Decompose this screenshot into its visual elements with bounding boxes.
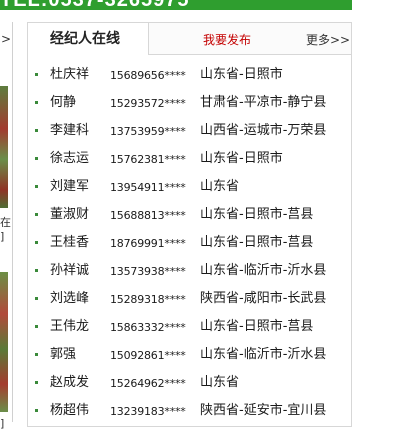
- broker-location: 山东省: [200, 179, 240, 194]
- list-item[interactable]: 赵成发 15264962**** 山东省: [28, 373, 351, 401]
- broker-name[interactable]: 赵成发: [50, 373, 89, 393]
- list-item[interactable]: 徐志运 15762381**** 山东省-日照市: [28, 149, 351, 177]
- bullet-icon: [35, 185, 38, 188]
- scroll-arrow-icon[interactable]: >: [1, 32, 11, 46]
- tab-broker-online[interactable]: 经纪人在线: [28, 23, 149, 55]
- bullet-icon: [35, 381, 38, 384]
- bullet-icon: [35, 73, 38, 76]
- broker-location: 山东省-临沂市-沂水县: [200, 347, 327, 362]
- tab-publish[interactable]: 我要发布: [203, 31, 251, 48]
- contact-banner: TEL:0537-3265975: [0, 0, 352, 10]
- bullet-icon: [35, 157, 38, 160]
- list-item[interactable]: 孙祥诚 13573938**** 山东省-临沂市-沂水县: [28, 261, 351, 289]
- bullet-icon: [35, 101, 38, 104]
- left-text-fragment: ]: [0, 417, 5, 430]
- broker-location: 陕西省-咸阳市-长武县: [200, 291, 327, 306]
- list-item[interactable]: 何静 15293572**** 甘肃省-平凉市-静宁县: [28, 93, 351, 121]
- broker-phone: 13753959****: [110, 125, 186, 138]
- bullet-icon: [35, 129, 38, 132]
- broker-name[interactable]: 刘建军: [50, 177, 89, 197]
- broker-phone: 15863332****: [110, 321, 186, 334]
- broker-phone: 15289318****: [110, 293, 186, 306]
- broker-phone: 15689656****: [110, 69, 186, 82]
- list-item[interactable]: 郭强 15092861**** 山东省-临沂市-沂水县: [28, 345, 351, 373]
- broker-name[interactable]: 杜庆祥: [50, 65, 89, 85]
- broker-name[interactable]: 孙祥诚: [50, 261, 89, 281]
- broker-phone: 18769991****: [110, 237, 186, 250]
- product-image-fragment[interactable]: [0, 272, 8, 412]
- left-text-fragment: 在: [0, 216, 11, 229]
- broker-name[interactable]: 刘选峰: [50, 289, 89, 309]
- broker-name[interactable]: 何静: [50, 93, 76, 113]
- broker-name[interactable]: 王伟龙: [50, 317, 89, 337]
- broker-location: 山东省-日照市-莒县: [200, 319, 314, 334]
- list-item[interactable]: 杨超伟 13239183**** 陕西省-延安市-宜川县: [28, 401, 351, 429]
- broker-name[interactable]: 杨超伟: [50, 401, 89, 421]
- panel-tab-bar: 经纪人在线 我要发布 更多>>: [28, 23, 351, 55]
- broker-location: 山东省-日照市-莒县: [200, 235, 314, 250]
- broker-location: 陕西省-延安市-宜川县: [200, 403, 327, 418]
- product-image-fragment[interactable]: [0, 86, 8, 208]
- list-item[interactable]: 董淑财 15688813**** 山东省-日照市-莒县: [28, 205, 351, 233]
- list-item[interactable]: 王伟龙 15863332**** 山东省-日照市-莒县: [28, 317, 351, 345]
- more-link[interactable]: 更多>>: [306, 31, 350, 48]
- broker-online-panel: 经纪人在线 我要发布 更多>> 杜庆祥 15689656**** 山东省-日照市 何静…: [27, 22, 352, 427]
- list-item[interactable]: 刘选峰 15289318**** 陕西省-咸阳市-长武县: [28, 289, 351, 317]
- bullet-icon: [35, 297, 38, 300]
- broker-phone: 13573938****: [110, 265, 186, 278]
- broker-location: 山东省-日照市-莒县: [200, 207, 314, 222]
- broker-name[interactable]: 王桂香: [50, 233, 89, 253]
- bullet-icon: [35, 241, 38, 244]
- list-item[interactable]: 杜庆祥 15689656**** 山东省-日照市: [28, 65, 351, 93]
- broker-location: 山东省-临沂市-沂水县: [200, 263, 327, 278]
- broker-phone: 15762381****: [110, 153, 186, 166]
- bullet-icon: [35, 269, 38, 272]
- broker-name[interactable]: 郭强: [50, 345, 76, 365]
- broker-phone: 15092861****: [110, 349, 186, 362]
- broker-location: 山东省: [200, 375, 240, 390]
- broker-phone: 15293572****: [110, 97, 186, 110]
- list-item[interactable]: 王桂香 18769991**** 山东省-日照市-莒县: [28, 233, 351, 261]
- broker-phone: 15688813****: [110, 209, 186, 222]
- broker-location: 山西省-运城市-万荣县: [200, 123, 327, 138]
- bullet-icon: [35, 353, 38, 356]
- broker-list: 杜庆祥 15689656**** 山东省-日照市 何静 15293572**** 甘肃省-…: [28, 65, 351, 429]
- bullet-icon: [35, 325, 38, 328]
- broker-phone: 13954911****: [110, 181, 186, 194]
- bullet-icon: [35, 213, 38, 216]
- broker-location: 山东省-日照市: [200, 151, 283, 166]
- list-item[interactable]: 李建科 13753959**** 山西省-运城市-万荣县: [28, 121, 351, 149]
- broker-phone: 15264962****: [110, 377, 186, 390]
- broker-name[interactable]: 李建科: [50, 121, 89, 141]
- list-item[interactable]: 刘建军 13954911**** 山东省: [28, 177, 351, 205]
- left-text-fragment: ]: [0, 230, 5, 243]
- broker-location: 甘肃省-平凉市-静宁县: [200, 95, 327, 110]
- bullet-icon: [35, 409, 38, 412]
- broker-location: 山东省-日照市: [200, 67, 283, 82]
- broker-name[interactable]: 徐志运: [50, 149, 89, 169]
- broker-name[interactable]: 董淑财: [50, 205, 89, 225]
- broker-phone: 13239183****: [110, 405, 186, 418]
- banner-phone-text: TEL:0537-3265975: [0, 0, 189, 10]
- left-panel-fragment: > 在 ] ]: [0, 22, 13, 430]
